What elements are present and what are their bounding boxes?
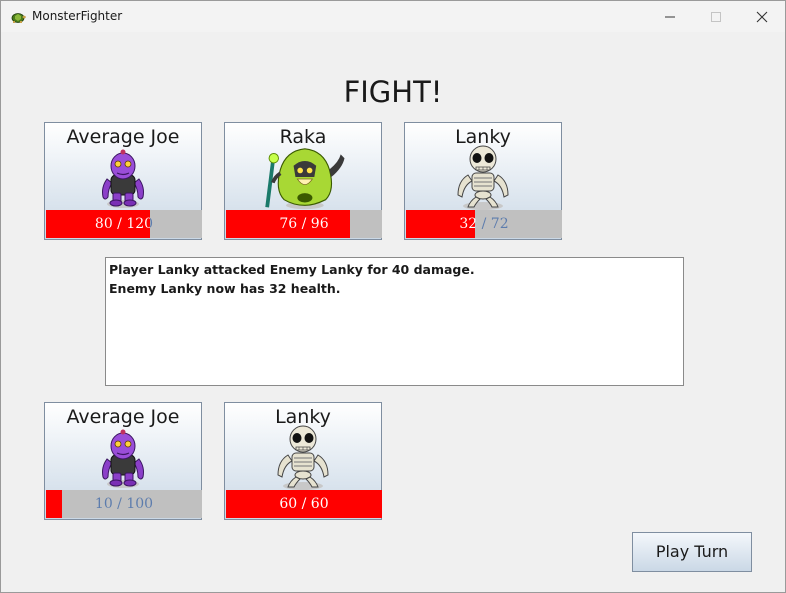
health-text: 10 / 100 <box>46 496 202 512</box>
health-text: 76 / 96 <box>226 216 382 232</box>
health-text: 80 / 120 <box>46 216 202 232</box>
health-bar: 76 / 96 <box>226 210 382 238</box>
battle-log[interactable]: Player Lanky attacked Enemy Lanky for 40… <box>105 257 684 386</box>
enemy-card[interactable]: Lanky 32 / 72 <box>404 122 562 240</box>
app-window: MonsterFighter FIGHT! Average Joe 80 / 1… <box>0 0 786 593</box>
close-button[interactable] <box>739 1 785 32</box>
minimize-icon <box>665 16 675 18</box>
maximize-icon <box>711 12 721 22</box>
maximize-button[interactable] <box>693 1 739 32</box>
green-wizard-icon <box>253 145 353 211</box>
fight-heading: FIGHT! <box>343 75 443 109</box>
health-bar: 80 / 120 <box>46 210 202 238</box>
title-bar[interactable]: MonsterFighter <box>1 1 785 32</box>
health-text: 32 / 72 <box>406 216 562 232</box>
enemy-card[interactable]: Raka 76 / 96 <box>224 122 382 240</box>
health-bar: 10 / 100 <box>46 490 202 518</box>
window-title: MonsterFighter <box>32 9 123 23</box>
log-line: Enemy Lanky now has 32 health. <box>109 281 341 296</box>
purple-ogre-icon <box>93 145 153 211</box>
player-card[interactable]: Lanky 60 / 60 <box>224 402 382 520</box>
health-bar: 60 / 60 <box>226 490 382 518</box>
log-line: Player Lanky attacked Enemy Lanky for 40… <box>109 262 475 277</box>
skeleton-icon <box>268 425 338 491</box>
play-turn-button[interactable]: Play Turn <box>632 532 752 572</box>
skeleton-icon <box>448 145 518 211</box>
turtle-icon <box>11 13 26 23</box>
purple-ogre-icon <box>93 425 153 491</box>
health-text: 60 / 60 <box>279 496 329 512</box>
close-icon <box>756 11 768 23</box>
minimize-button[interactable] <box>647 1 693 32</box>
health-bar: 32 / 72 <box>406 210 562 238</box>
enemy-card[interactable]: Average Joe 80 / 120 <box>44 122 202 240</box>
player-card[interactable]: Average Joe 10 / 100 <box>44 402 202 520</box>
